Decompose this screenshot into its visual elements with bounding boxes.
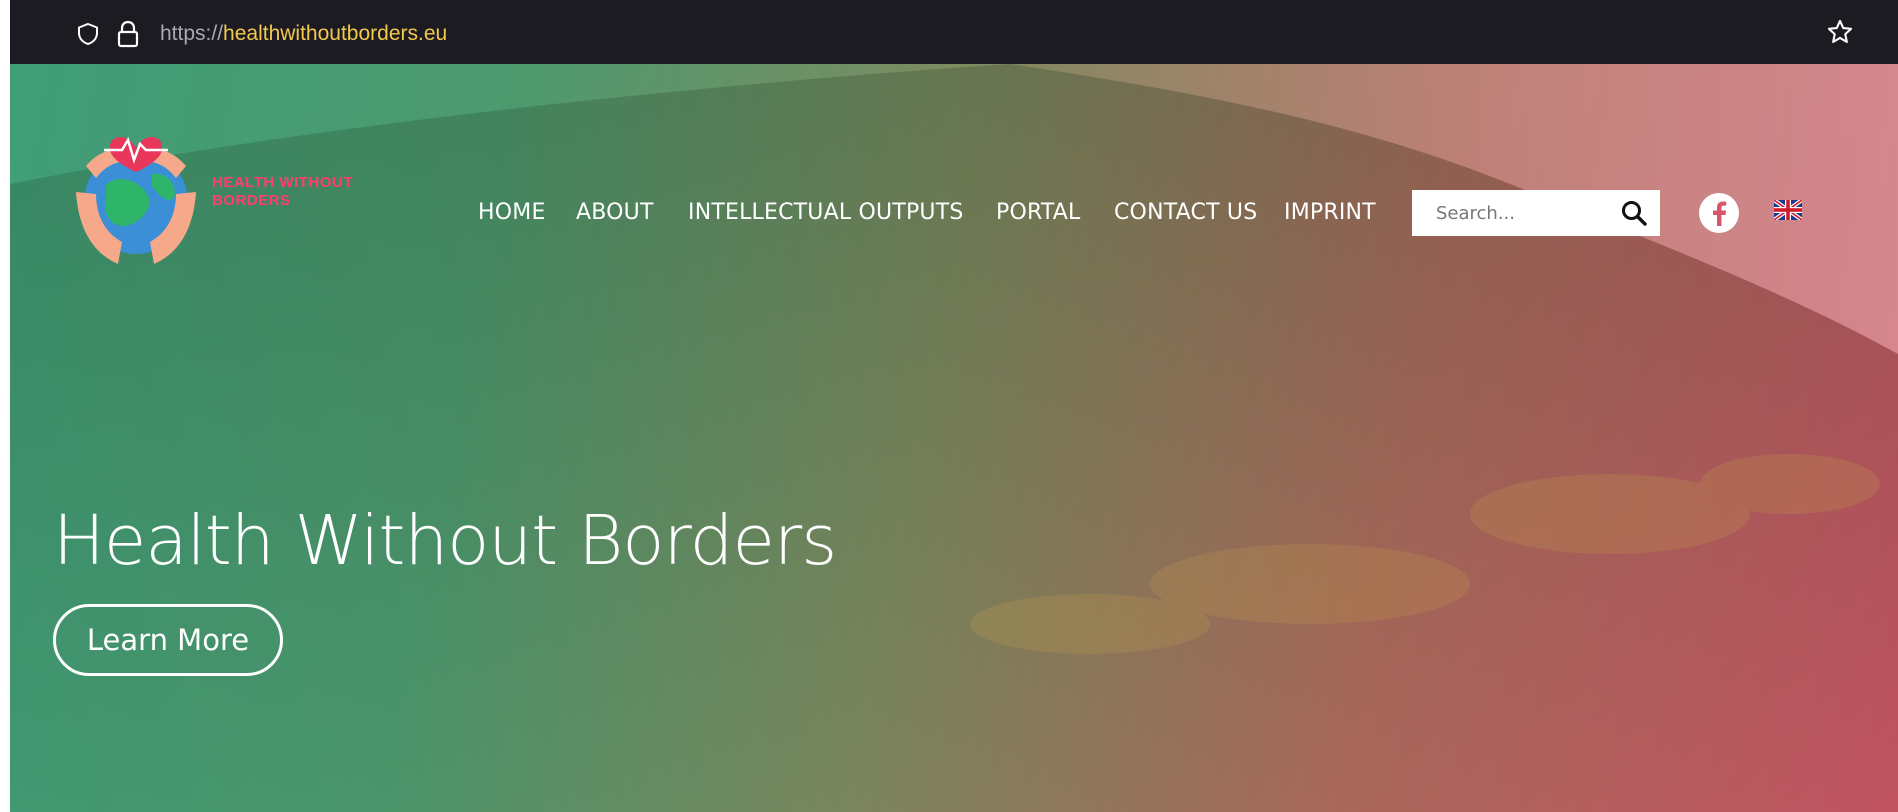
browser-toolbar: https://healthwithoutborders.eu xyxy=(10,0,1898,64)
url-host: healthwithoutborders.eu xyxy=(223,22,448,45)
nav-item-contact-us[interactable]: CONTACT US xyxy=(1114,200,1257,225)
nav-item-imprint[interactable]: IMPRINT xyxy=(1284,200,1376,225)
url-text[interactable]: https://healthwithoutborders.eu xyxy=(160,22,447,46)
logo-text[interactable]: HEALTH WITHOUT BORDERS xyxy=(212,174,392,210)
uk-flag-icon[interactable] xyxy=(1774,200,1802,220)
url-scheme: https:// xyxy=(160,22,224,45)
search-icon[interactable] xyxy=(1620,199,1648,227)
star-icon[interactable] xyxy=(1826,18,1854,46)
hero-section: HEALTH WITHOUT BORDERS HOME ABOUT INTELL… xyxy=(10,64,1898,812)
nav-item-about[interactable]: ABOUT xyxy=(576,200,654,225)
hero-title: Health Without Borders xyxy=(53,501,837,581)
page-edge xyxy=(0,0,10,812)
shield-icon[interactable] xyxy=(76,22,100,46)
nav-item-portal[interactable]: PORTAL xyxy=(996,200,1081,225)
search-input[interactable] xyxy=(1412,190,1612,236)
nav-item-intellectual-outputs[interactable]: INTELLECTUAL OUTPUTS xyxy=(688,200,964,225)
nav-item-home[interactable]: HOME xyxy=(478,200,546,225)
facebook-icon[interactable] xyxy=(1698,192,1740,234)
learn-more-button[interactable]: Learn More xyxy=(53,604,283,676)
address-bar[interactable]: https://healthwithoutborders.eu xyxy=(60,12,1850,56)
search-box xyxy=(1412,190,1660,236)
site-logo[interactable] xyxy=(66,114,206,274)
lock-icon[interactable] xyxy=(116,20,140,48)
